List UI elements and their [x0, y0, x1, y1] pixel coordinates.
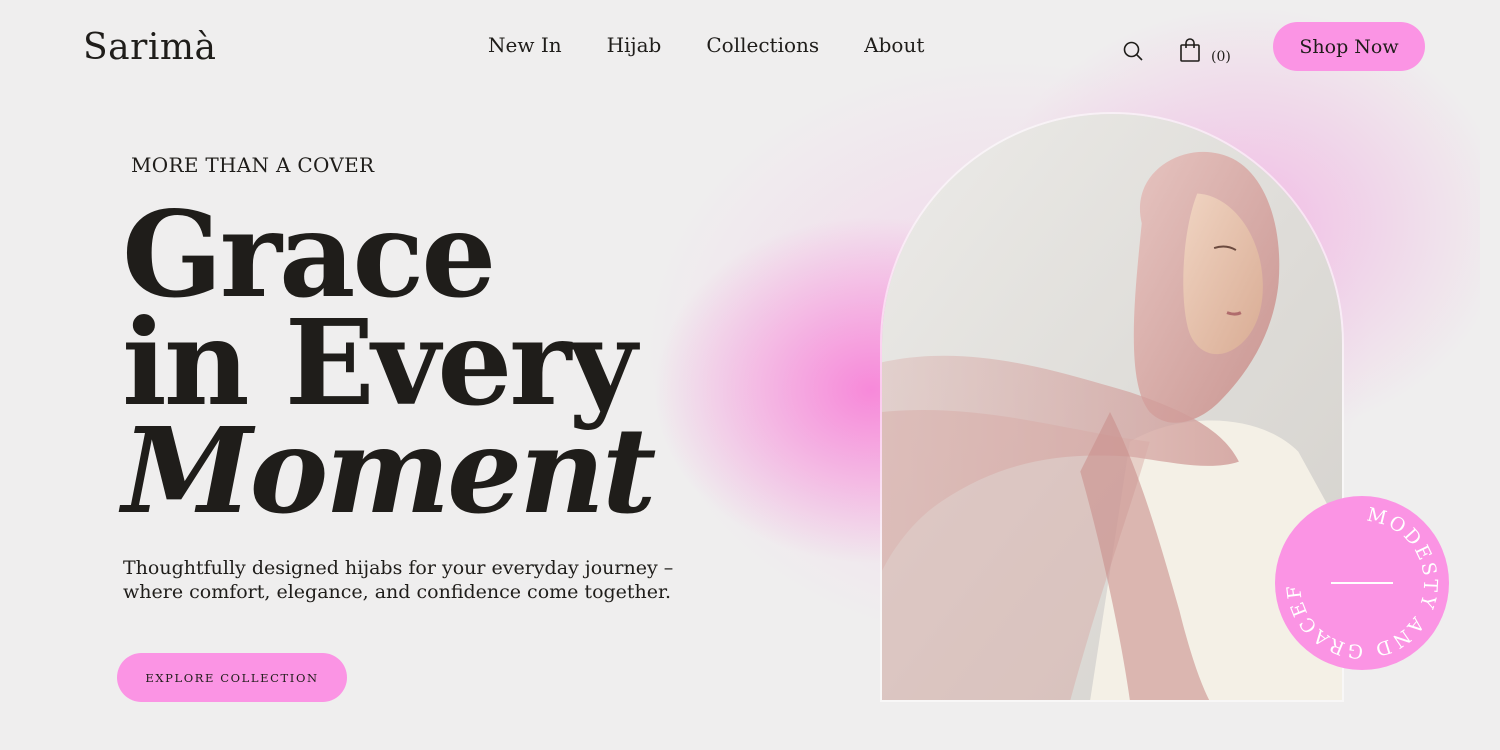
shop-now-button[interactable]: Shop Now [1273, 22, 1425, 71]
cart-button[interactable]: (0) [1179, 37, 1231, 67]
hero-subtitle: Thoughtfully designed hijabs for your ev… [123, 556, 723, 604]
hero-eyebrow: MORE THAN A COVER [131, 153, 375, 177]
brand-logo[interactable]: Sarimà [83, 27, 216, 68]
headline-line-1: Grace [122, 185, 496, 324]
model-hijab-illustration [882, 114, 1342, 700]
shopping-bag-icon [1179, 37, 1201, 67]
modesty-gracefulness-badge: MODESTY AND GRACEFULNESS [1265, 479, 1449, 670]
headline-line-3: Moment [122, 401, 657, 540]
nav-item-hijab[interactable]: Hijab [607, 33, 662, 57]
nav-item-new-in[interactable]: New In [488, 33, 562, 57]
explore-collection-button[interactable]: EXPLORE COLLECTION [117, 653, 347, 702]
search-icon[interactable] [1122, 40, 1144, 62]
subtitle-line-2: where comfort, elegance, and confidence … [123, 581, 672, 603]
nav-item-collections[interactable]: Collections [706, 33, 819, 57]
site-header: Sarimà New In Hijab Collections About (0… [0, 0, 1500, 100]
nav-item-about[interactable]: About [864, 33, 924, 57]
main-nav: New In Hijab Collections About [488, 33, 924, 57]
cart-count: (0) [1211, 49, 1231, 65]
subtitle-line-1: Thoughtfully designed hijabs for your ev… [123, 557, 674, 579]
hero-headline: Grace in Every Moment [122, 185, 657, 540]
headline-line-2: in Every [122, 293, 637, 432]
